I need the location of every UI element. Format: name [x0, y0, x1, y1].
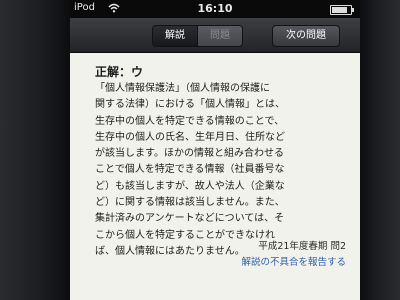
explanation-text: 「個人情報保護法」（個人情報の保護に 関する法律）における「個人情報」とは、 生…: [95, 81, 335, 260]
status-bar: iPod 16:10: [70, 0, 360, 18]
battery-level: [332, 7, 348, 13]
explanation-line: 生存中の個人の氏名、生年月日、住所など: [95, 131, 285, 143]
clock: 16:10: [197, 2, 233, 15]
tab-question[interactable]: 問題: [197, 26, 242, 46]
tab-explanation[interactable]: 解説: [153, 26, 197, 46]
view-segmented-control: 解説 問題: [152, 25, 243, 47]
explanation-line: ことで個人を特定できる情報（社員番号な: [95, 164, 285, 176]
device-screen: iPod 16:10 解説 問題 次の問題 正解：ウ 「個人情報保護法」（個人情…: [70, 0, 360, 300]
device-bezel-right: [360, 0, 400, 300]
explanation-line: 生存中の個人を特定できる情報のことで、: [95, 115, 285, 127]
explanation-line: 集計済みのアンケートなどについては、そ: [95, 213, 285, 225]
explanation-line: ど）も該当しますが、故人や法人（企業な: [95, 180, 285, 192]
explanation-line: ど）に関する情報は該当しません。また、: [95, 197, 285, 209]
battery-icon: [330, 5, 354, 15]
explanation-panel: 正解：ウ 「個人情報保護法」（個人情報の保護に 関する法律）における「個人情報」…: [70, 53, 360, 300]
question-source-label: 平成21年度春期 問2: [258, 241, 346, 252]
device-bezel-left: [0, 0, 70, 300]
report-issue-link[interactable]: 解説の不具合を報告する: [241, 254, 346, 268]
answer-label: 正解：ウ: [95, 65, 144, 79]
explanation-line: が該当します。ほかの情報と組み合わせる: [95, 148, 284, 160]
navigation-bar: 解説 問題 次の問題: [70, 18, 360, 53]
next-question-button[interactable]: 次の問題: [272, 25, 340, 47]
explanation-line: 「個人情報保護法」（個人情報の保護に: [95, 83, 270, 94]
explanation-line: 関する法律）における「個人情報」とは、: [95, 99, 285, 111]
